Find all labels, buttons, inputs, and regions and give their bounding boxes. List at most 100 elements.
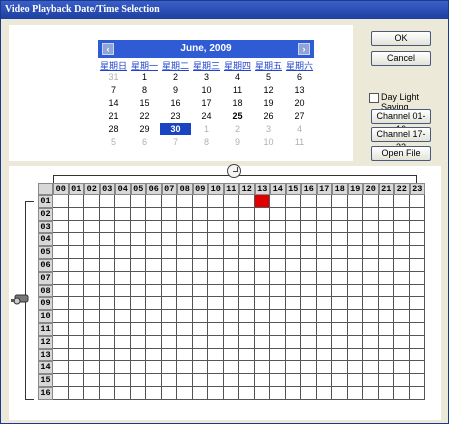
time-slot[interactable] <box>68 220 84 234</box>
time-slot[interactable] <box>409 335 425 349</box>
time-slot[interactable] <box>192 335 208 349</box>
calendar-day[interactable]: 24 <box>191 110 222 122</box>
time-slot[interactable] <box>146 361 162 375</box>
time-slot[interactable] <box>363 335 379 349</box>
time-slot[interactable] <box>363 233 379 247</box>
time-slot[interactable] <box>270 233 286 247</box>
calendar-day[interactable]: 17 <box>191 97 222 109</box>
time-slot[interactable] <box>270 310 286 323</box>
time-slot[interactable] <box>239 387 255 400</box>
time-slot[interactable] <box>99 284 115 298</box>
channel-01-16-button[interactable]: Channel 01-16 <box>371 109 431 134</box>
time-slot[interactable] <box>363 246 379 259</box>
ok-button[interactable]: OK <box>371 31 431 46</box>
calendar-day[interactable]: 8 <box>191 136 222 148</box>
time-slot[interactable] <box>68 335 84 349</box>
time-slot[interactable] <box>332 323 348 336</box>
time-slot[interactable] <box>347 387 363 400</box>
calendar-day[interactable]: 20 <box>284 97 315 109</box>
time-slot[interactable] <box>378 284 394 298</box>
time-slot[interactable] <box>254 284 270 298</box>
time-slot[interactable] <box>115 387 131 400</box>
time-slot[interactable] <box>347 220 363 234</box>
time-slot[interactable] <box>68 348 84 362</box>
time-slot[interactable] <box>316 220 332 234</box>
time-slot[interactable] <box>161 246 177 259</box>
time-slot[interactable] <box>347 348 363 362</box>
time-slot[interactable] <box>347 259 363 272</box>
time-slot[interactable] <box>378 323 394 336</box>
time-slot[interactable] <box>177 297 193 311</box>
time-slot[interactable] <box>208 348 224 362</box>
time-slot[interactable] <box>239 220 255 234</box>
time-slot[interactable] <box>363 207 379 221</box>
time-slot[interactable] <box>332 374 348 387</box>
time-slot[interactable] <box>177 374 193 387</box>
time-slot[interactable] <box>316 195 332 208</box>
time-slot[interactable] <box>223 361 239 375</box>
calendar-day[interactable]: 2 <box>222 123 253 135</box>
time-slot[interactable] <box>378 233 394 247</box>
time-slot[interactable] <box>146 297 162 311</box>
open-file-button[interactable]: Open File <box>371 146 431 161</box>
time-slot[interactable] <box>254 310 270 323</box>
time-slot[interactable] <box>53 195 69 208</box>
time-slot[interactable] <box>332 361 348 375</box>
time-slot[interactable] <box>239 348 255 362</box>
time-slot[interactable] <box>254 297 270 311</box>
time-slot[interactable] <box>99 297 115 311</box>
time-slot[interactable] <box>192 220 208 234</box>
calendar-day[interactable]: 4 <box>222 71 253 83</box>
time-slot[interactable] <box>239 246 255 259</box>
time-slot[interactable] <box>347 323 363 336</box>
time-slot[interactable] <box>115 271 131 285</box>
time-slot[interactable] <box>378 271 394 285</box>
time-slot[interactable] <box>223 348 239 362</box>
time-slot[interactable] <box>192 323 208 336</box>
time-slot[interactable] <box>192 246 208 259</box>
calendar-day[interactable]: 5 <box>253 71 284 83</box>
time-slot[interactable] <box>161 195 177 208</box>
time-slot[interactable] <box>130 195 146 208</box>
calendar-day[interactable]: 11 <box>222 84 253 96</box>
time-slot[interactable] <box>53 246 69 259</box>
time-slot[interactable] <box>270 259 286 272</box>
time-slot[interactable] <box>146 348 162 362</box>
time-slot[interactable] <box>177 335 193 349</box>
time-slot[interactable] <box>301 195 317 208</box>
time-slot[interactable] <box>285 259 301 272</box>
time-slot[interactable] <box>223 323 239 336</box>
time-slot[interactable] <box>68 246 84 259</box>
time-slot[interactable] <box>254 348 270 362</box>
time-slot[interactable] <box>146 220 162 234</box>
time-slot[interactable] <box>68 310 84 323</box>
time-slot[interactable] <box>332 310 348 323</box>
time-slot[interactable] <box>409 297 425 311</box>
time-slot[interactable] <box>378 207 394 221</box>
time-slot[interactable] <box>115 207 131 221</box>
time-slot[interactable] <box>270 271 286 285</box>
time-slot[interactable] <box>409 220 425 234</box>
time-slot[interactable] <box>161 233 177 247</box>
time-slot[interactable] <box>68 233 84 247</box>
time-slot[interactable] <box>301 233 317 247</box>
time-slot[interactable] <box>301 374 317 387</box>
time-slot[interactable] <box>394 195 410 208</box>
time-slot[interactable] <box>223 297 239 311</box>
time-slot[interactable] <box>68 271 84 285</box>
time-slot[interactable] <box>146 335 162 349</box>
time-slot[interactable] <box>239 195 255 208</box>
calendar-day[interactable]: 11 <box>284 136 315 148</box>
time-slot[interactable] <box>99 259 115 272</box>
time-slot[interactable] <box>378 310 394 323</box>
time-slot[interactable] <box>254 271 270 285</box>
time-slot[interactable] <box>394 220 410 234</box>
calendar-day[interactable]: 2 <box>160 71 191 83</box>
time-slot[interactable] <box>332 284 348 298</box>
time-slot[interactable] <box>161 335 177 349</box>
calendar-day[interactable]: 3 <box>253 123 284 135</box>
time-slot[interactable] <box>68 361 84 375</box>
time-slot[interactable] <box>347 310 363 323</box>
time-slot[interactable] <box>115 259 131 272</box>
time-slot[interactable] <box>161 361 177 375</box>
